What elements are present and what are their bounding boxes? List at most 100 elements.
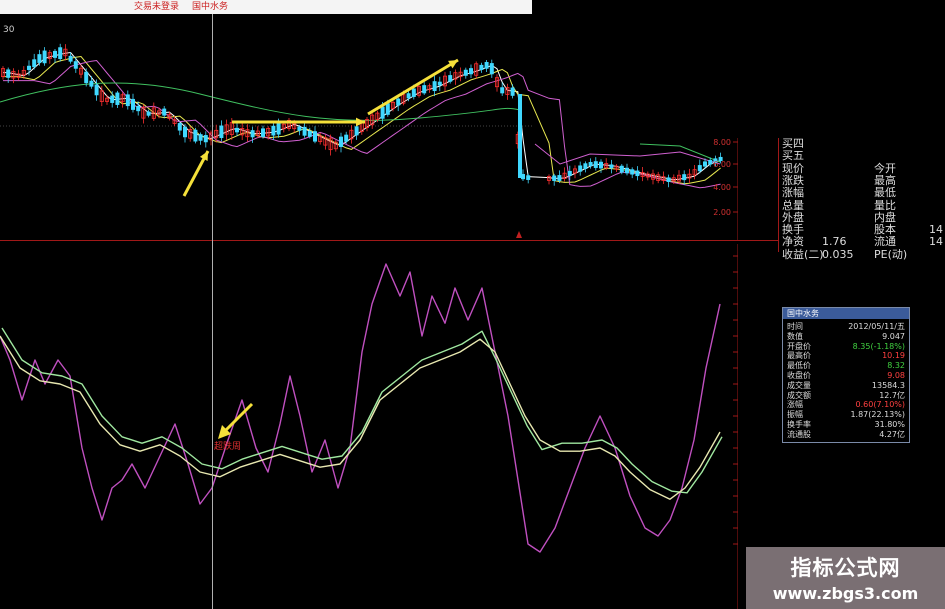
candle-body [557, 175, 562, 181]
candle-body [609, 164, 614, 169]
info-label: 成交量 [787, 380, 811, 390]
candle-body [484, 61, 489, 69]
candle-body [198, 134, 203, 141]
quote-label-2: 最高 [874, 173, 896, 187]
candle-body [518, 94, 522, 178]
site-watermark: 指标公式网 www.zbgs3.com [746, 547, 945, 609]
candle-body [411, 88, 416, 97]
candle-body [125, 94, 130, 107]
ma20-line-post [534, 143, 721, 165]
info-row: 振幅 1.87(22.13%) [787, 410, 905, 419]
candle-body [302, 126, 307, 136]
candle-body [510, 87, 515, 96]
candle-body [276, 122, 281, 135]
info-row: 涨幅 0.60(7.10%) [787, 400, 905, 409]
candle-body [146, 111, 151, 116]
candle-body [42, 50, 47, 64]
ma60-line [0, 82, 521, 121]
watermark-url: www.zbgs3.com [772, 584, 919, 603]
candle-body [635, 170, 640, 177]
candle-body [526, 175, 531, 180]
candle-body [32, 59, 37, 68]
candle-body [567, 170, 572, 176]
candle-body [338, 136, 343, 147]
quote-value-2: 14 [929, 235, 943, 249]
quote-label: 收益(二) [782, 247, 824, 261]
info-value: 2012/05/11/五 [848, 322, 905, 331]
candle-body [136, 105, 141, 112]
candle-body [468, 68, 473, 75]
quote-row: 净资 1.76 流通 14 [778, 236, 945, 248]
info-window-title[interactable]: 国中水务 [783, 308, 909, 319]
candle-body [68, 55, 73, 62]
candle-body [73, 61, 78, 69]
crosshair-line [212, 14, 213, 609]
ma60-line-post [639, 143, 721, 163]
candle-body [583, 163, 588, 169]
candle-body [307, 130, 312, 137]
candle-body [463, 69, 468, 76]
info-row: 最低价 8.32 [787, 361, 905, 370]
quote-row: 涨跌 最高 [778, 173, 945, 187]
quote-label: 外盘 [782, 210, 804, 224]
quote-value: 1.76 [822, 235, 847, 249]
info-label: 开盘价 [787, 341, 811, 351]
quote-label-2: 最低 [874, 186, 896, 200]
quote-label-2: PE(动) [874, 247, 908, 261]
info-value: 9.08 [887, 371, 905, 380]
price-axis-label: 8.00 [713, 138, 731, 147]
candle-body [396, 98, 401, 106]
stock-title: 国中水务 [192, 2, 229, 12]
candle-body [682, 174, 687, 181]
info-row: 时间 2012/05/11/五 [787, 322, 905, 331]
candle-body [437, 81, 442, 86]
quote-label: 净资 [782, 235, 804, 249]
candle-body [6, 69, 11, 78]
info-value: 9.047 [882, 331, 905, 341]
candle-body [234, 127, 239, 133]
candle-body [203, 135, 208, 143]
divider-marker-icon [516, 231, 522, 238]
info-value: 10.19 [882, 351, 905, 361]
price-axis-label: 6.00 [713, 160, 731, 169]
quote-value-2: 14 [929, 223, 943, 237]
price-chart[interactable]: 30 8.00 6.00 4.00 2.00 [0, 14, 738, 240]
candle-body [344, 134, 349, 142]
candle-body [162, 108, 167, 116]
info-row: 成交额 12.7亿 [787, 391, 905, 400]
info-label: 时间 [787, 322, 803, 331]
info-value: 4.27亿 [879, 429, 905, 439]
panel-divider [0, 240, 778, 241]
info-window[interactable]: 国中水务 时间 2012/05/11/五 数值 9.047 开盘价 8.35(-1.18%… [782, 307, 910, 443]
price-corner-label: 30 [3, 25, 15, 35]
info-row: 数值 9.047 [787, 332, 905, 341]
info-label: 成交额 [787, 390, 811, 400]
candle-body [588, 162, 593, 167]
candle-body [697, 165, 702, 172]
k-line [0, 263, 721, 553]
info-label: 最低价 [787, 361, 811, 371]
info-value: 13584.3 [871, 380, 905, 390]
ma5-line [3, 51, 721, 181]
candle-body [250, 130, 255, 138]
oscillator-axis: 160.0150.0140.0130.0120.0110.0100.090.00… [733, 244, 738, 609]
quote-label-2: 量比 [874, 198, 896, 212]
candle-body [479, 64, 484, 70]
quote-label: 涨跌 [782, 173, 804, 187]
candle-body [110, 95, 115, 103]
quote-label: 买四 [782, 137, 804, 150]
candle-body [489, 63, 494, 75]
info-value: 8.32 [887, 361, 905, 371]
quote-row: 总量 量比 [778, 198, 945, 212]
login-status[interactable]: 交易未登录 [134, 0, 179, 14]
candle-body [260, 128, 265, 137]
info-label: 振幅 [787, 410, 803, 420]
candle-body [58, 47, 63, 60]
oscillator-chart[interactable]: 超跌周 160.0150.0140.0130.0120.0110.0100.09… [0, 244, 738, 609]
candle-body [182, 126, 187, 138]
candle-body [599, 161, 604, 169]
quote-label-2: 流通 [874, 235, 896, 249]
info-row: 收盘价 9.08 [787, 371, 905, 380]
candle-body [500, 87, 505, 94]
quote-label: 买五 [782, 149, 804, 163]
